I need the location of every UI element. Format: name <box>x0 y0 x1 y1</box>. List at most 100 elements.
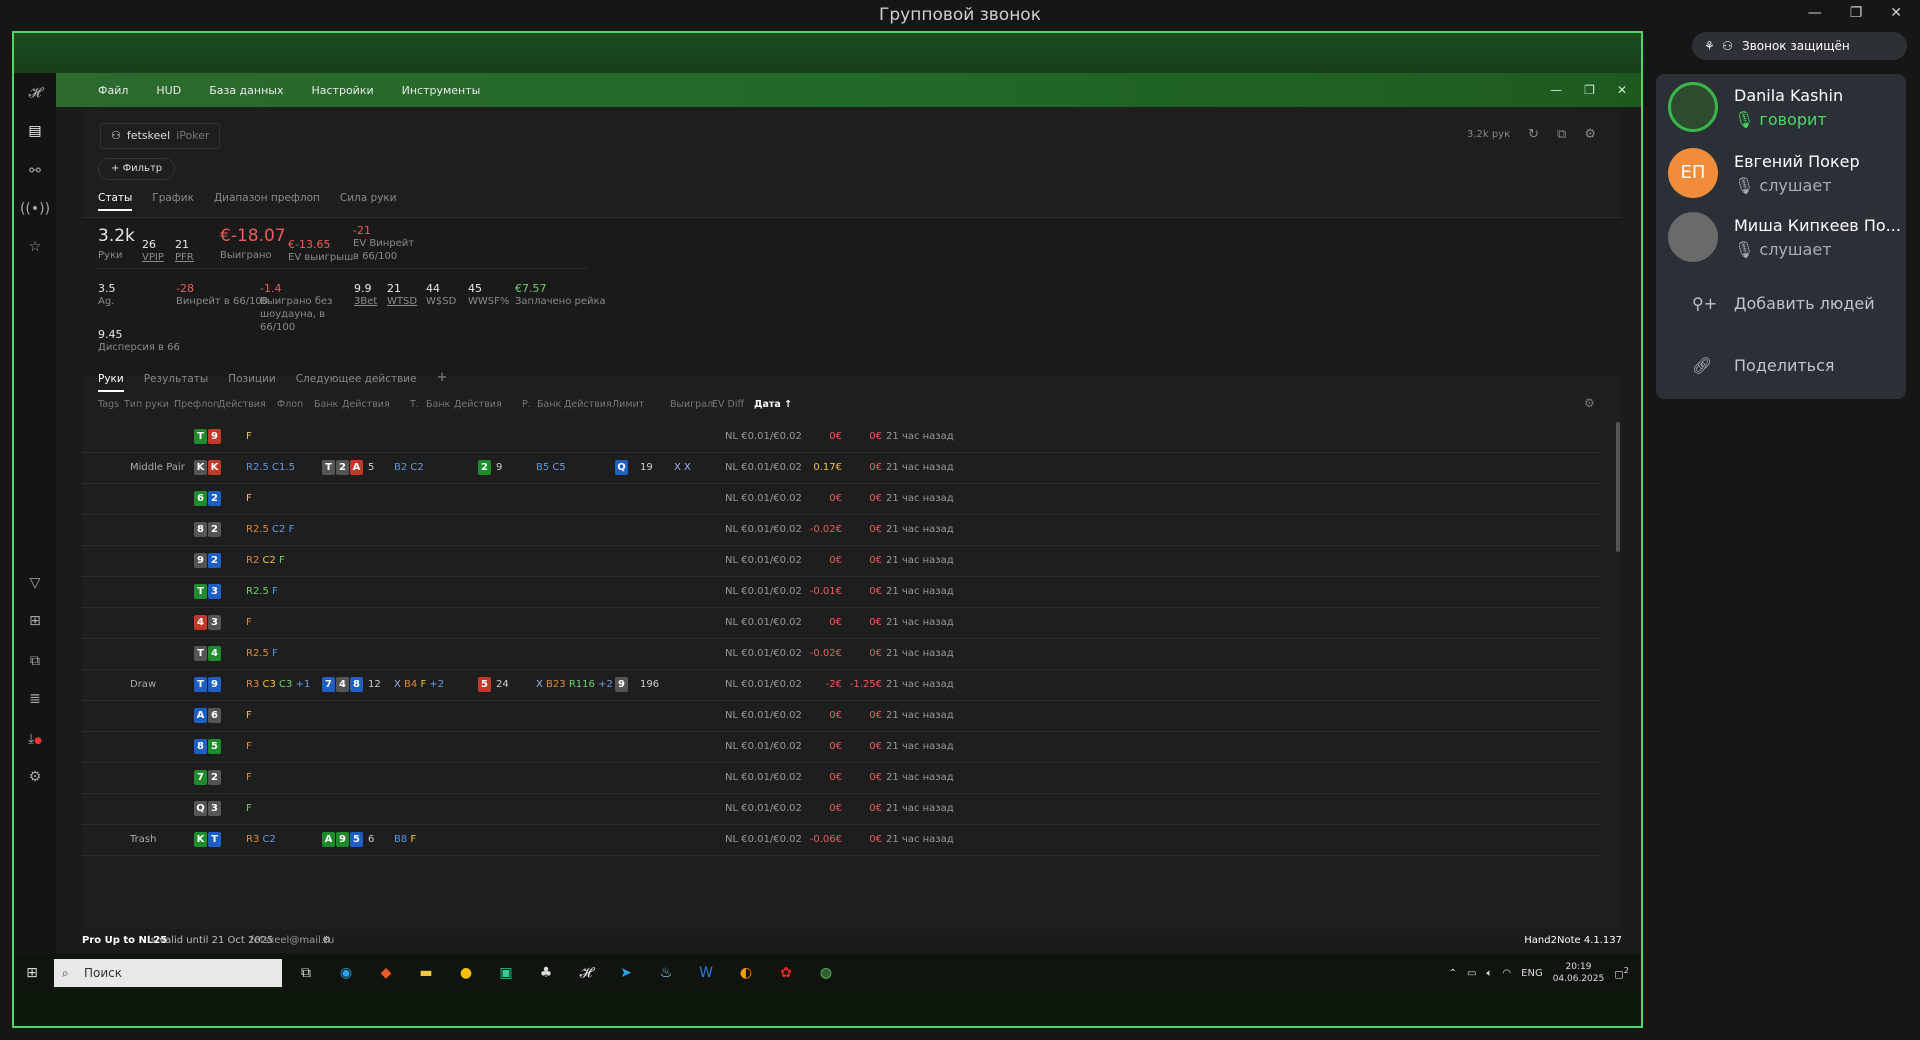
popout-icon[interactable]: ⧉ <box>1557 127 1566 142</box>
app-tree-icon[interactable]: ♣ <box>530 958 562 988</box>
star-icon[interactable]: ☆ <box>14 239 56 255</box>
action: R2.5 <box>246 462 269 473</box>
col-river-actions[interactable]: Действия <box>564 399 612 410</box>
col-ev-diff[interactable]: EV Diff <box>712 399 744 410</box>
close-icon[interactable]: ✕ <box>1890 5 1902 21</box>
player-selector[interactable]: ⚇ fetskeel iPoker <box>100 123 221 149</box>
edge-icon[interactable]: ◉ <box>330 958 362 988</box>
table-row[interactable]: T 4 R2.5 F NL €0.01/€0.02 -0.02€ 0€ 21 час наз… <box>82 639 1602 670</box>
refresh-icon[interactable]: ↻ <box>1528 127 1539 142</box>
lang-indicator[interactable]: ENG <box>1521 968 1543 979</box>
call-secure-badge[interactable]: ⚘ ⚇ Звонок защищён <box>1692 32 1907 60</box>
tab-preflop-range[interactable]: Диапазон префлоп <box>214 192 320 211</box>
notifications-icon[interactable]: ▢2 <box>1614 965 1629 980</box>
brave-icon[interactable]: ◆ <box>370 958 402 988</box>
table-row[interactable]: 4 3 F NL €0.01/€0.02 0€ 0€ 21 час назад <box>82 608 1602 639</box>
tab-positions[interactable]: Позиции <box>228 373 276 392</box>
table-row[interactable]: 8 2 R2.5 C2 F NL €0.01/€0.02 -0.02€ 0€ 21 час … <box>82 515 1602 546</box>
restore-icon[interactable]: ❐ <box>1850 5 1863 21</box>
col-flop[interactable]: Флоп <box>277 399 303 410</box>
minimize-icon[interactable]: — <box>1808 5 1822 21</box>
add-tab-button[interactable]: + <box>437 370 448 392</box>
tab-results[interactable]: Результаты <box>144 373 208 392</box>
volume-icon[interactable]: 🔈︎ <box>1486 968 1492 979</box>
table-row[interactable]: 8 5 F NL €0.01/€0.02 0€ 0€ 21 час назад <box>82 732 1602 763</box>
participant-3[interactable]: Миша Кипкеев По... 🎙︎ слушает <box>1668 208 1901 266</box>
table-row[interactable]: Middle Pair K K R2.5 C1.5 T 2 A 5 B2 C2 2 9 B5 C5 Q 1… <box>82 453 1602 484</box>
windows-icon[interactable]: ⧉ <box>14 653 56 669</box>
table-scrollbar[interactable] <box>1616 422 1620 552</box>
table-row[interactable]: Trash K T R3 C2 A 9 5 6 B8 F NL €0.01/€0.02 -0.06€… <box>82 825 1602 856</box>
columns-gear-icon[interactable]: ⚙ <box>1584 396 1595 410</box>
table-row[interactable]: 7 2 F NL €0.01/€0.02 0€ 0€ 21 час назад <box>82 763 1602 794</box>
steam-icon[interactable]: ♨ <box>650 958 682 988</box>
share-icon[interactable]: ⚯ <box>14 163 56 179</box>
col-tags[interactable]: Tags <box>98 399 119 410</box>
table-row[interactable]: T 9 F NL €0.01/€0.02 0€ 0€ 21 час назад <box>82 422 1602 453</box>
app-yellow-icon[interactable]: ● <box>450 958 482 988</box>
layout-icon[interactable]: ⊞ <box>14 613 56 629</box>
col-river[interactable]: Р. <box>522 399 531 410</box>
tab-hands[interactable]: Руки <box>98 373 124 392</box>
col-limit[interactable]: Лимит <box>612 399 644 410</box>
network-icon[interactable]: ▭ <box>1467 968 1476 979</box>
table-row[interactable]: Q 3 F NL €0.01/€0.02 0€ 0€ 21 час назад <box>82 794 1602 825</box>
col-pre-actions[interactable]: Действия <box>218 399 266 410</box>
col-preflop[interactable]: Префлоп <box>174 399 219 410</box>
app-green-icon[interactable]: ▣ <box>490 958 522 988</box>
hand2note-taskbar-icon[interactable]: 𝓗 <box>570 958 602 988</box>
app-globe-icon[interactable]: ◍ <box>810 958 842 988</box>
table-row[interactable]: 6 2 F NL €0.01/€0.02 0€ 0€ 21 час назад <box>82 484 1602 515</box>
database-icon[interactable]: ≣ <box>14 691 56 707</box>
app-close-icon[interactable]: ✕ <box>1617 83 1627 97</box>
col-turn-pot[interactable]: Банк <box>426 399 450 410</box>
account-gear-icon[interactable]: ⚙ <box>322 929 331 953</box>
tab-stats[interactable]: Статы <box>98 192 133 211</box>
col-won[interactable]: Выиграл <box>670 399 713 410</box>
wifi-icon[interactable]: ◠ <box>1502 968 1511 979</box>
app-red-icon[interactable]: ✿ <box>770 958 802 988</box>
tray-chevron-icon[interactable]: ⌃ <box>1449 968 1457 979</box>
settings-icon[interactable]: ⚙ <box>14 769 56 785</box>
participant-1[interactable]: Danila Kashin 🎙︎ говорит <box>1668 78 1898 136</box>
windows-start-icon[interactable]: ⊞ <box>16 958 48 988</box>
col-hand-type[interactable]: Тип руки <box>124 399 169 410</box>
broadcast-icon[interactable]: ((•)) <box>14 201 56 217</box>
col-turn[interactable]: Т. <box>410 399 419 410</box>
explorer-icon[interactable]: ▬ <box>410 958 442 988</box>
col-turn-actions[interactable]: Действия <box>454 399 502 410</box>
task-view-icon[interactable]: ⧉ <box>290 958 322 988</box>
table-row[interactable]: Draw T 9 R3 C3 C3 +1 7 4 8 12 X B4 F +2 5 24 X B23 … <box>82 670 1602 701</box>
menu-hud[interactable]: HUD <box>156 84 181 97</box>
menu-file[interactable]: Файл <box>98 84 128 97</box>
tab-hand-strength[interactable]: Сила руки <box>340 192 397 211</box>
table-row[interactable]: 9 2 R2 C2 F NL €0.01/€0.02 0€ 0€ 21 час назад <box>82 546 1602 577</box>
col-river-pot[interactable]: Банк <box>537 399 561 410</box>
col-flop-actions[interactable]: Действия <box>342 399 390 410</box>
participant-2[interactable]: ЕП Евгений Покер 🎙︎ слушает <box>1668 144 1898 202</box>
menu-database[interactable]: База данных <box>209 84 283 97</box>
table-row[interactable]: T 3 R2.5 F NL €0.01/€0.02 -0.01€ 0€ 21 час наз… <box>82 577 1602 608</box>
col-flop-pot[interactable]: Банк <box>314 399 338 410</box>
logo-icon[interactable]: 𝓗 <box>14 85 56 101</box>
app-minimize-icon[interactable]: — <box>1550 83 1562 97</box>
gear-icon[interactable]: ⚙ <box>1584 127 1596 142</box>
telegram-icon[interactable]: ➤ <box>610 958 642 988</box>
menu-tools[interactable]: Инструменты <box>402 84 481 97</box>
word-icon[interactable]: W <box>690 958 722 988</box>
menu-settings[interactable]: Настройки <box>312 84 374 97</box>
filter-icon[interactable]: ▽ <box>14 575 56 591</box>
col-date[interactable]: Дата ↑ <box>754 399 792 410</box>
tab-next-action[interactable]: Следующее действие <box>296 373 417 392</box>
taskbar-search[interactable]: ⌕ Поиск <box>54 959 282 987</box>
app-maximize-icon[interactable]: ❐ <box>1584 83 1595 97</box>
filter-button[interactable]: + Фильтр <box>98 158 176 180</box>
tab-graph[interactable]: График <box>152 192 194 211</box>
table-row[interactable]: A 6 F NL €0.01/€0.02 0€ 0€ 21 час назад <box>82 701 1602 732</box>
clock[interactable]: 20:19 04.06.2025 <box>1553 961 1605 985</box>
share-button[interactable]: 🔗︎ Поделиться <box>1668 346 1898 386</box>
app-orange-icon[interactable]: ◐ <box>730 958 762 988</box>
reports-icon[interactable]: ▤ <box>14 123 56 139</box>
download-icon[interactable]: ⤓● <box>14 731 56 747</box>
add-people-button[interactable]: ⚲+ Добавить людей <box>1668 284 1898 324</box>
